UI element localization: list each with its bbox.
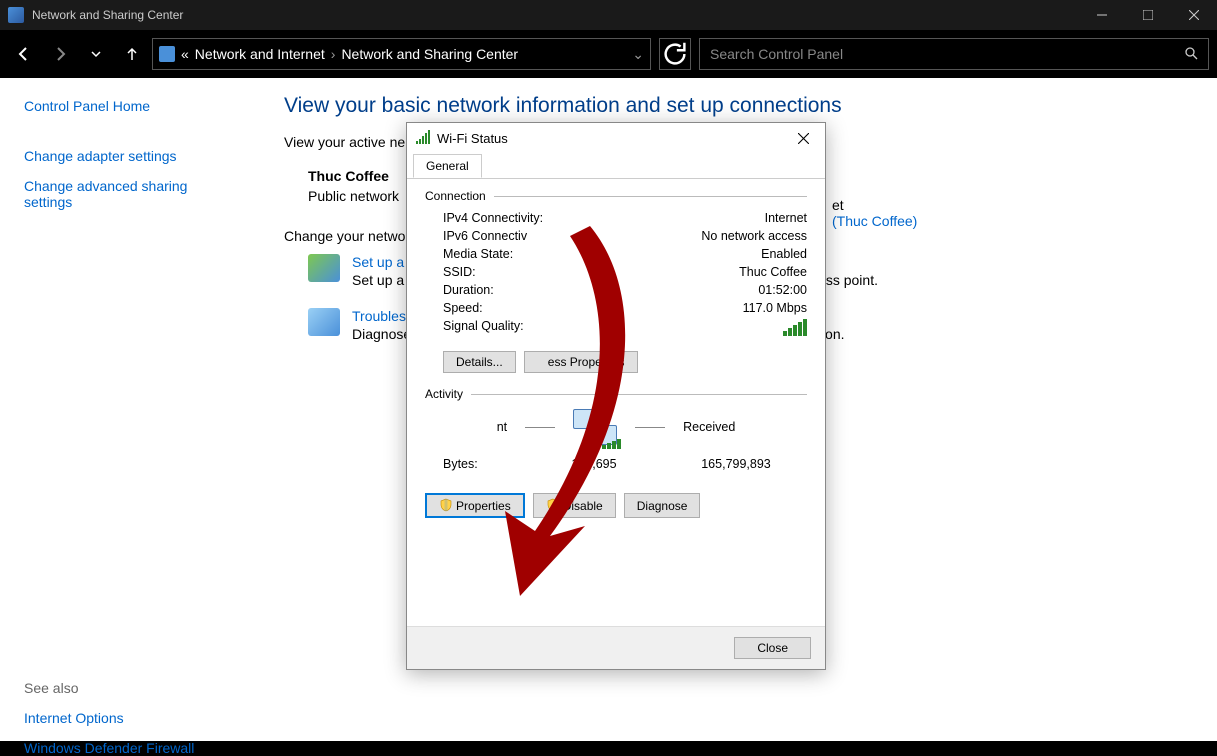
sidebar: Control Panel Home Change adapter settin… xyxy=(0,78,260,741)
shield-icon xyxy=(439,498,453,512)
connection-link[interactable]: (Thuc Coffee) xyxy=(832,213,917,229)
signal-value xyxy=(783,319,807,339)
duration-label: Duration: xyxy=(443,283,758,297)
activity-group: Activity xyxy=(425,387,807,401)
toolbar: « Network and Internet › Network and Sha… xyxy=(0,30,1217,78)
duration-value: 01:52:00 xyxy=(758,283,807,297)
dialog-body: Connection IPv4 Connectivity:Internet IP… xyxy=(407,179,825,530)
shield-icon xyxy=(546,498,560,512)
media-label: Media State: xyxy=(443,247,761,261)
properties-button[interactable]: Properties xyxy=(425,493,525,518)
search-input[interactable]: Search Control Panel xyxy=(699,38,1209,70)
tab-strip: General xyxy=(407,153,825,179)
refresh-button[interactable] xyxy=(659,38,691,70)
troubleshoot-link[interactable]: Troubles xyxy=(352,308,406,324)
breadcrumb-prefix: « xyxy=(181,46,189,62)
dialog-footer: Close xyxy=(407,626,825,669)
window-titlebar: Network and Sharing Center xyxy=(0,0,1217,30)
wifi-status-dialog: Wi-Fi Status General Connection IPv4 Con… xyxy=(406,122,826,670)
sent-label: nt xyxy=(497,420,507,434)
activity-row: nt Received xyxy=(425,409,807,445)
setup-desc: Set up a xyxy=(352,272,404,288)
setup-desc-tail: ess point. xyxy=(818,272,878,288)
wifi-icon xyxy=(415,130,431,146)
close-dialog-button[interactable]: Close xyxy=(734,637,811,659)
bytes-received: 165,799,893 xyxy=(665,457,807,471)
app-icon xyxy=(8,7,24,23)
ipv4-value: Internet xyxy=(765,211,807,225)
sidebar-home[interactable]: Control Panel Home xyxy=(24,98,236,114)
disable-button[interactable]: Disable xyxy=(533,493,616,518)
diagnose-button[interactable]: Diagnose xyxy=(624,493,701,518)
breadcrumb-sep: › xyxy=(331,46,336,62)
connection-group: Connection xyxy=(425,189,807,203)
speed-value: 117.0 Mbps xyxy=(743,301,807,315)
sidebar-firewall[interactable]: Windows Defender Firewall xyxy=(24,740,236,756)
details-button[interactable]: Details... xyxy=(443,351,516,373)
see-also-label: See also xyxy=(24,680,236,696)
troubleshoot-desc: Diagnose xyxy=(352,326,411,342)
setup-link[interactable]: Set up a xyxy=(352,254,404,270)
bytes-sent: 173,695 xyxy=(523,457,665,471)
media-value: Enabled xyxy=(761,247,807,261)
ipv4-label: IPv4 Connectivity: xyxy=(443,211,765,225)
received-label: Received xyxy=(683,420,735,434)
signal-label: Signal Quality: xyxy=(443,319,783,339)
dialog-title: Wi-Fi Status xyxy=(437,131,789,146)
signal-bars-icon xyxy=(783,319,807,336)
ipv6-value: No network access xyxy=(701,229,807,243)
wireless-properties-button[interactable]: Wess Properties xyxy=(524,351,638,373)
bytes-label: Bytes: xyxy=(443,457,523,471)
connections-fragment: et (Thuc Coffee) xyxy=(832,197,917,229)
search-icon xyxy=(1184,46,1198,63)
troubleshoot-desc-tail: on. xyxy=(825,326,844,342)
back-button[interactable] xyxy=(8,38,40,70)
window-title: Network and Sharing Center xyxy=(32,8,1079,22)
recent-dropdown[interactable] xyxy=(80,38,112,70)
signal-bars-small-icon xyxy=(602,439,621,449)
chevron-down-icon[interactable]: ⌄ xyxy=(632,46,644,63)
close-button[interactable] xyxy=(1171,0,1217,30)
page-heading: View your basic network information and … xyxy=(284,94,1193,118)
ipv6-label: IPv6 Connectiv xyxy=(443,229,701,243)
speed-label: Speed: xyxy=(443,301,743,315)
location-icon xyxy=(159,46,175,62)
forward-button[interactable] xyxy=(44,38,76,70)
minimize-button[interactable] xyxy=(1079,0,1125,30)
troubleshoot-icon xyxy=(308,308,340,336)
sidebar-adapter[interactable]: Change adapter settings xyxy=(24,148,236,164)
search-placeholder: Search Control Panel xyxy=(710,46,843,62)
maximize-button[interactable] xyxy=(1125,0,1171,30)
dialog-titlebar: Wi-Fi Status xyxy=(407,123,825,153)
address-bar[interactable]: « Network and Internet › Network and Sha… xyxy=(152,38,651,70)
ssid-label: SSID: xyxy=(443,265,739,279)
sidebar-inet-options[interactable]: Internet Options xyxy=(24,710,236,726)
ssid-value: Thuc Coffee xyxy=(739,265,807,279)
breadcrumb-2[interactable]: Network and Sharing Center xyxy=(341,46,518,62)
tab-general[interactable]: General xyxy=(413,154,482,178)
activity-monitors-icon xyxy=(573,409,617,445)
setup-icon xyxy=(308,254,340,282)
sidebar-advanced[interactable]: Change advanced sharing settings xyxy=(24,178,236,210)
dialog-close-button[interactable] xyxy=(789,124,817,152)
up-button[interactable] xyxy=(116,38,148,70)
breadcrumb-1[interactable]: Network and Internet xyxy=(195,46,325,62)
